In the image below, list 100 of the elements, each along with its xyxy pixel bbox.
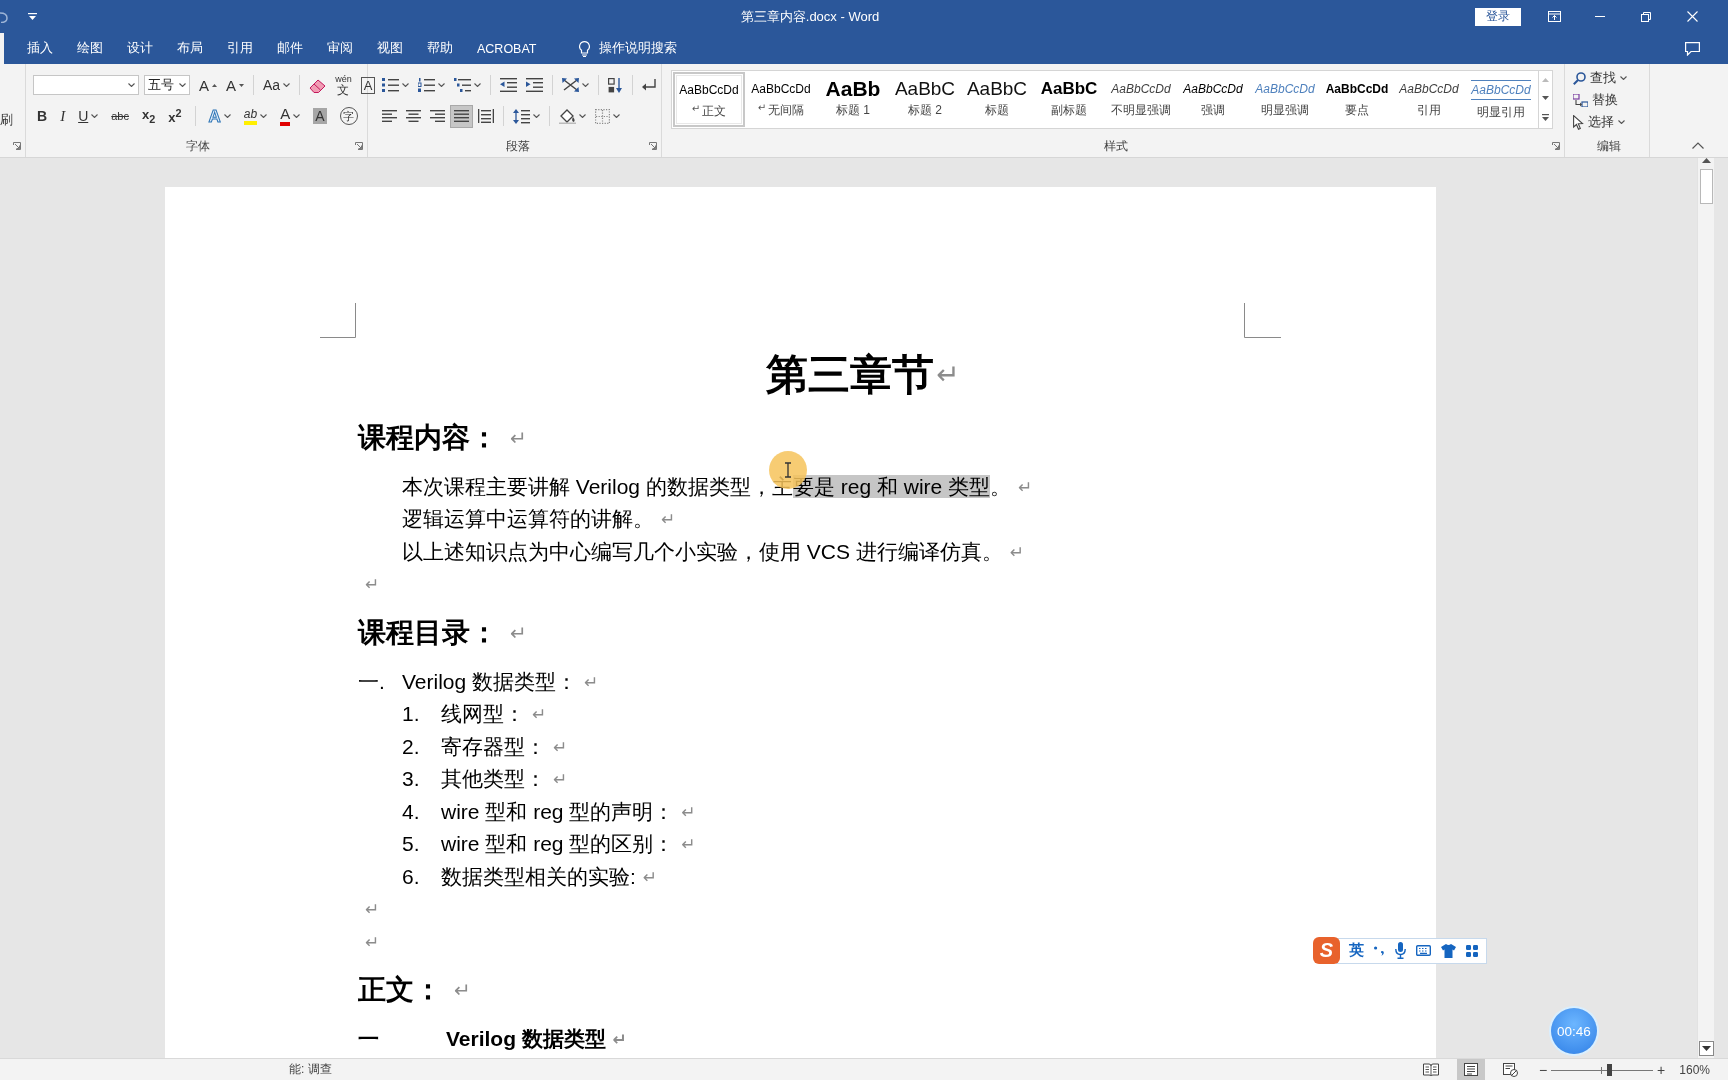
paragraph-mark: ↵ (584, 671, 599, 692)
web-page-icon (1503, 1062, 1519, 1077)
list-number: 3. (402, 767, 421, 792)
eraser-icon (309, 77, 327, 93)
list-item-text: 线网型： (441, 701, 525, 728)
dialog-launcher-icon[interactable] (1552, 142, 1560, 150)
list-number: 一 (358, 1025, 380, 1052)
lightbulb-icon (578, 40, 590, 57)
body-paragraph: 逻辑运算中运算符的讲解。 (402, 506, 654, 533)
paragraph-mark: ↵ (553, 769, 568, 790)
ribbon-tab[interactable]: 插入 (15, 33, 65, 64)
section-heading: 课程目录： (358, 616, 498, 651)
select-button[interactable]: 选择 (1573, 111, 1649, 133)
ribbon-tab[interactable]: 审阅 (315, 33, 365, 64)
list-item-text: wire 型和 reg 型的区别： (441, 831, 675, 858)
book-icon (1422, 1063, 1439, 1076)
superscript-button[interactable]: x$^{2}$ (164, 104, 186, 128)
document-title: 第三章节 (766, 350, 935, 400)
justify-button[interactable] (450, 104, 473, 128)
scroll-down-icon[interactable] (1698, 1041, 1714, 1056)
input-mode-button[interactable]: 英 (1349, 941, 1364, 960)
dialog-launcher-icon[interactable] (13, 142, 21, 150)
align-right-icon (430, 110, 445, 122)
scroll-down-icon[interactable] (1542, 96, 1549, 100)
paragraph-mark: ↵ (1009, 541, 1025, 562)
group-label: 编辑 (1597, 137, 1621, 155)
phonetic-guide-button[interactable]: wén 文 (331, 73, 356, 97)
style-item[interactable]: AaBbCcDd ↵ 正文 (673, 72, 745, 127)
close-icon[interactable] (1686, 11, 1698, 22)
microphone-icon[interactable] (1395, 942, 1406, 959)
paragraph-mark: ↵ (532, 704, 547, 725)
paint-bucket-icon (559, 108, 576, 124)
zoom-slider-thumb[interactable] (1607, 1063, 1613, 1076)
grow-font-button[interactable]: A (195, 73, 221, 97)
paragraph-mark: ↵ (365, 899, 380, 920)
format-painter-label[interactable]: 刷 (0, 111, 25, 129)
sign-in-button[interactable]: 登录 (1475, 7, 1521, 26)
keyboard-icon[interactable] (1416, 945, 1431, 956)
strikethrough-button[interactable]: abc (107, 104, 133, 128)
list-item-text: 其他类型： (441, 766, 546, 793)
ribbon-tab[interactable]: 帮助 (415, 33, 465, 64)
list-item-text: Verilog 数据类型： (402, 668, 578, 695)
list-number: 1. (402, 702, 421, 727)
restore-icon[interactable] (1641, 11, 1651, 22)
italic-button[interactable]: I (56, 104, 70, 128)
shirt-icon[interactable] (1441, 943, 1456, 958)
paragraph-mark: ↵ (612, 1028, 628, 1049)
font-color-button[interactable]: A (276, 104, 305, 128)
group-label: 段落 (505, 137, 530, 155)
replace-icon (1573, 93, 1588, 107)
customize-menu-icon[interactable] (28, 13, 37, 20)
align-center-icon (406, 110, 421, 122)
ribbon-tab[interactable]: 设计 (115, 33, 165, 64)
change-case-button[interactable]: Aa (259, 73, 295, 97)
caret-down-icon (239, 83, 245, 87)
zoom-out-button[interactable]: − (1536, 1061, 1550, 1078)
ribbon-tab[interactable]: ACROBAT (465, 33, 549, 64)
ribbon-tab[interactable]: 引用 (215, 33, 265, 64)
paragraph-mark: ↵ (365, 931, 380, 952)
print-view-button[interactable] (1456, 1059, 1485, 1080)
dialog-launcher-icon[interactable] (355, 142, 363, 150)
section-heading: 课程内容： (358, 421, 498, 456)
font-size-field[interactable]: 五号 (144, 75, 190, 95)
ribbon-options-icon[interactable] (1547, 11, 1561, 22)
list-number: 4. (402, 799, 421, 824)
more-icon[interactable] (1542, 114, 1549, 121)
list-number: 2. (402, 734, 421, 759)
highlight-button[interactable]: ab (239, 104, 272, 128)
search-icon (1573, 71, 1586, 85)
char-shading-button[interactable]: A (309, 104, 331, 128)
dialog-launcher-icon[interactable] (649, 142, 657, 150)
list-number: 5. (402, 832, 421, 857)
zoom-in-button[interactable]: + (1655, 1061, 1668, 1078)
body-paragraph: 以上述知识点为中心编写几个小实验，使用 VCS 进行编译仿真。 (402, 538, 1003, 565)
multilevel-list-icon (454, 78, 471, 92)
page-layout-icon (1463, 1063, 1478, 1076)
collapse-ribbon-icon[interactable] (1692, 142, 1704, 149)
dotted-border-icon (595, 108, 610, 124)
tell-me-search[interactable]: 操作说明搜索 (598, 40, 677, 57)
shrink-font-button[interactable]: A (222, 73, 249, 97)
scrollbar-thumb[interactable] (1699, 169, 1713, 204)
undo-icon[interactable] (0, 10, 8, 23)
list-item-text: 寄存器型： (441, 733, 546, 760)
underline-button[interactable]: U (74, 104, 103, 128)
ribbon-tab[interactable]: 绘图 (65, 33, 115, 64)
grid-icon[interactable] (1466, 944, 1478, 957)
find-button[interactable]: 查找 (1573, 67, 1649, 89)
punctuation-icon[interactable] (1374, 945, 1385, 956)
list-item-text: wire 型和 reg 型的声明： (441, 798, 675, 825)
comment-icon[interactable] (1685, 41, 1700, 56)
ribbon-tab[interactable]: 视图 (365, 33, 415, 64)
font-name-field[interactable] (33, 75, 139, 95)
bold-button[interactable]: B (33, 104, 52, 128)
section-heading: 正文： (358, 973, 442, 1008)
ribbon-tab[interactable]: 邮件 (265, 33, 315, 64)
body-paragraph: 本次课程主要讲解 Verilog 的数据类型，主要是 reg 和 wire 类型。 (402, 473, 1012, 500)
replace-button[interactable]: 替换 (1573, 89, 1649, 111)
ribbon-tab[interactable]: 布局 (165, 33, 215, 64)
subscript-button[interactable]: x$_{2}$ (138, 104, 160, 128)
zoom-slider[interactable] (1551, 1063, 1654, 1076)
